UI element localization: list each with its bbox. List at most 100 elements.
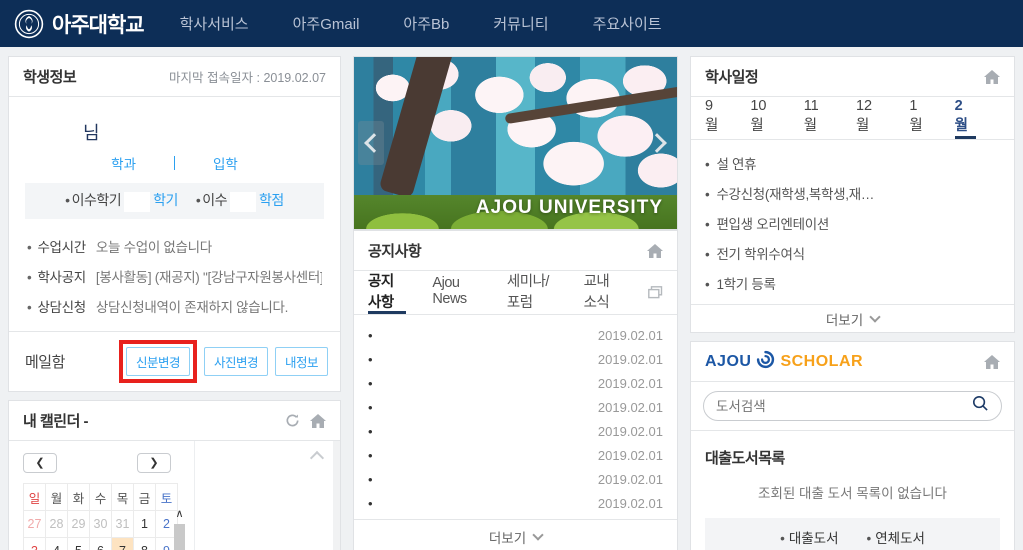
notice-item[interactable]: 2019.02.01 (368, 395, 663, 419)
my-info-button[interactable]: 내정보 (275, 347, 328, 376)
calendar-day[interactable]: 8 (134, 538, 156, 550)
chevron-down-icon (532, 529, 543, 540)
semester-stat: •이수학기학기 (65, 190, 178, 211)
schedule-title: 학사일정 (705, 66, 758, 87)
schedule-item[interactable]: 전기 학위수여식 (705, 238, 1000, 268)
schedule-item[interactable]: 설 연휴 (705, 148, 1000, 178)
calendar-grid: 일 월 화 수 목 금 토 27 28 29 30 (23, 483, 178, 550)
my-calendar-title: 내 캘린더 - (23, 410, 88, 431)
counsel-request-row[interactable]: 상담신청 상담신청내역이 존재하지 않습니다. (27, 291, 322, 321)
admission-link[interactable]: 입학 (213, 153, 238, 173)
department-link[interactable]: 학과 (111, 153, 136, 173)
tab-month-jan[interactable]: 1월 (909, 97, 930, 139)
collapse-chevron-icon[interactable] (310, 451, 324, 465)
red-highlight-box: 신분변경 (119, 340, 197, 383)
middle-column: AJOU UNIVERSITY 공지사항 공지사항 Ajou News 세미나/… (353, 56, 678, 550)
home-icon[interactable] (984, 70, 1000, 84)
calendar-prev-button[interactable]: ❮ (23, 453, 57, 473)
nav-community[interactable]: 커뮤니티 (493, 13, 548, 34)
nav-major-sites[interactable]: 주요사이트 (593, 13, 662, 34)
calendar-day[interactable]: 4 (46, 538, 68, 550)
credit-stat: •이수학점 (196, 190, 284, 211)
calendar-day[interactable]: 6 (90, 538, 112, 550)
scholar-logo-icon (756, 350, 775, 374)
calendar-day[interactable]: 28 (46, 511, 68, 538)
tab-month-oct[interactable]: 10월 (750, 97, 779, 139)
tab-month-sep[interactable]: 9월 (705, 97, 726, 139)
notice-more-button[interactable]: 더보기 (354, 519, 677, 550)
schedule-item[interactable]: 수강신청(재학생,복학생,재… (705, 178, 1000, 208)
home-icon[interactable] (984, 355, 1000, 369)
notice-item[interactable]: 2019.02.01 (368, 371, 663, 395)
notice-item[interactable]: 2019.02.01 (368, 467, 663, 491)
student-name: 님 (25, 111, 324, 151)
calendar-day[interactable]: 1 (134, 511, 156, 538)
mini-calendar: ❮ ❯ 일 월 화 수 목 금 토 (9, 441, 195, 550)
search-icon[interactable] (972, 395, 989, 417)
tab-month-nov[interactable]: 11월 (804, 97, 832, 139)
identity-change-button[interactable]: 신분변경 (126, 347, 190, 376)
tab-campus-news[interactable]: 교내소식 (584, 271, 622, 314)
notice-list: 2019.02.01 2019.02.01 2019.02.01 2019.02… (354, 315, 677, 519)
tab-ajou-news[interactable]: Ajou News (432, 271, 480, 314)
calendar-day[interactable]: 30 (90, 511, 112, 538)
redacted-value (124, 192, 150, 212)
calendar-day[interactable]: 3 (24, 538, 46, 550)
calendar-nav: ❮ ❯ (23, 453, 171, 473)
notice-item[interactable]: 2019.02.01 (368, 323, 663, 347)
calendar-body: ❮ ❯ 일 월 화 수 목 금 토 (9, 441, 340, 550)
top-menu: 학사서비스 아주Gmail 아주Bb 커뮤니티 주요사이트 (180, 13, 662, 34)
ajou-scholar-logo[interactable]: AJOU SCHOLAR (705, 350, 863, 374)
calendar-next-button[interactable]: ❯ (137, 453, 171, 473)
loan-books-tab[interactable]: 대출도서 (780, 527, 838, 547)
tab-seminar-forum[interactable]: 세미나/포럼 (507, 271, 558, 314)
notice-item[interactable]: 2019.02.01 (368, 419, 663, 443)
notice-tabs: 공지사항 Ajou News 세미나/포럼 교내소식 (354, 271, 677, 315)
schedule-item[interactable]: 편입생 오리엔테이션 (705, 208, 1000, 238)
calendar-day[interactable]: 27 (24, 511, 46, 538)
open-popup-icon[interactable] (648, 271, 663, 314)
overdue-books-tab[interactable]: 연체도서 (867, 527, 925, 547)
carousel-prev-arrow[interactable] (358, 121, 384, 165)
nav-ajou-gmail[interactable]: 아주Gmail (293, 13, 360, 34)
tab-month-dec[interactable]: 12월 (856, 97, 885, 139)
book-search-input[interactable] (716, 399, 972, 414)
calendar-day[interactable]: 31 (112, 511, 134, 538)
calendar-scrollbar[interactable]: ∧ (173, 507, 186, 550)
scrollbar-thumb[interactable] (174, 524, 185, 550)
university-logo[interactable]: 아주대학교 (14, 9, 144, 39)
schedule-header: 학사일정 (691, 57, 1014, 97)
nav-ajou-bb[interactable]: 아주Bb (403, 13, 449, 34)
photo-change-button[interactable]: 사진변경 (204, 347, 268, 376)
calendar-day-selected[interactable]: 7 (112, 538, 134, 550)
home-icon[interactable] (647, 244, 663, 258)
notice-item[interactable]: 2019.02.01 (368, 491, 663, 515)
schedule-item[interactable]: 1학기 등록 (705, 268, 1000, 298)
notice-item[interactable]: 2019.02.01 (368, 347, 663, 371)
tab-month-feb[interactable]: 2월 (955, 97, 976, 139)
loan-tabs: 대출도서 연체도서 (705, 518, 1000, 550)
academic-notice-row[interactable]: 학사공지 [봉사활동] (재공지) "[강남구자원봉사센터]… (27, 261, 322, 291)
academic-schedule-panel: 학사일정 9월 10월 11월 12월 1월 2월 설 연휴 수강신청(재학생,… (690, 56, 1015, 333)
calendar-events-area (195, 441, 340, 550)
home-icon[interactable] (310, 414, 326, 428)
carousel-next-arrow[interactable] (647, 121, 673, 165)
chevron-right-icon (647, 133, 667, 153)
carousel-caption: AJOU UNIVERSITY (476, 197, 663, 219)
refresh-icon[interactable] (285, 413, 300, 428)
calendar-day[interactable]: 29 (68, 511, 90, 538)
chevron-left-icon (364, 133, 384, 153)
tab-notice[interactable]: 공지사항 (368, 271, 406, 314)
schedule-month-tabs: 9월 10월 11월 12월 1월 2월 (691, 97, 1014, 140)
mailbox-label[interactable]: 메일함 (25, 351, 65, 372)
notice-title: 공지사항 (368, 240, 421, 261)
schedule-more-button[interactable]: 더보기 (691, 304, 1014, 332)
scroll-up-arrow-icon[interactable]: ∧ (173, 507, 186, 521)
class-time-row[interactable]: 수업시간 오늘 수업이 없습니다 (27, 231, 322, 261)
calendar-day[interactable]: 5 (68, 538, 90, 550)
loan-empty-message: 조회된 대출 도서 목록이 없습니다 (705, 482, 1000, 518)
events-scrollbar-track[interactable] (333, 441, 340, 550)
nav-haksa-service[interactable]: 학사서비스 (180, 13, 249, 34)
my-calendar-header: 내 캘린더 - (9, 401, 340, 441)
notice-item[interactable]: 2019.02.01 (368, 443, 663, 467)
